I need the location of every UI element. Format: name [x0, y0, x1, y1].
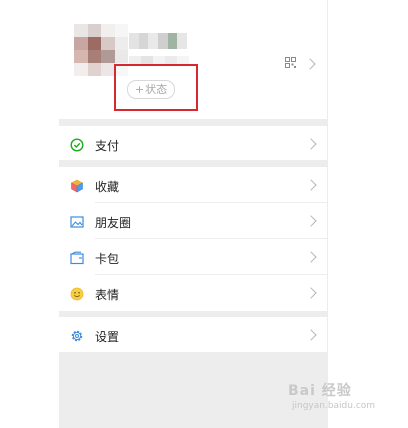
watermark-url: jingyan.baidu.com — [292, 401, 376, 411]
baidu-jingyan-watermark: Bai 经验 jingyan.baidu.com — [288, 380, 388, 416]
profile-header[interactable]: +状态 — [59, 0, 327, 118]
chevron-right-icon — [305, 251, 317, 263]
nickname-blurred — [129, 33, 188, 49]
chevron-right-icon — [305, 138, 317, 150]
annotation-highlight-box — [114, 64, 198, 111]
menu-item-label: 支付 — [95, 139, 120, 153]
chevron-right-icon — [305, 215, 317, 227]
card-holder-icon — [70, 251, 84, 265]
empty-background — [59, 352, 327, 428]
menu-item-cards[interactable]: 卡包 — [59, 239, 327, 275]
menu-item-label: 表情 — [95, 288, 120, 302]
menu-item-label: 卡包 — [95, 252, 120, 266]
profile-chevron-right-icon — [304, 58, 316, 70]
cube-icon — [70, 179, 84, 193]
menu-item-settings[interactable]: 设置 — [59, 317, 327, 353]
wechat-me-screen: +状态 支付 收藏 朋友圈 卡包 表情 设置 — [59, 0, 328, 428]
wallet-check-icon — [70, 138, 84, 152]
menu-item-label: 设置 — [95, 330, 120, 344]
menu-item-favorites[interactable]: 收藏 — [59, 167, 327, 203]
qr-code-icon[interactable] — [285, 57, 296, 68]
menu-item-pay[interactable]: 支付 — [59, 126, 327, 162]
photo-icon — [70, 216, 84, 228]
menu-item-stickers[interactable]: 表情 — [59, 275, 327, 311]
menu-item-label: 收藏 — [95, 180, 120, 194]
gear-icon — [71, 330, 83, 342]
smiley-icon — [70, 287, 84, 301]
chevron-right-icon — [305, 287, 317, 299]
chevron-right-icon — [305, 329, 317, 341]
menu-item-moments[interactable]: 朋友圈 — [59, 203, 327, 239]
menu-item-label: 朋友圈 — [95, 216, 132, 230]
chevron-right-icon — [305, 179, 317, 191]
watermark-brand: Bai 经验 — [288, 383, 352, 399]
